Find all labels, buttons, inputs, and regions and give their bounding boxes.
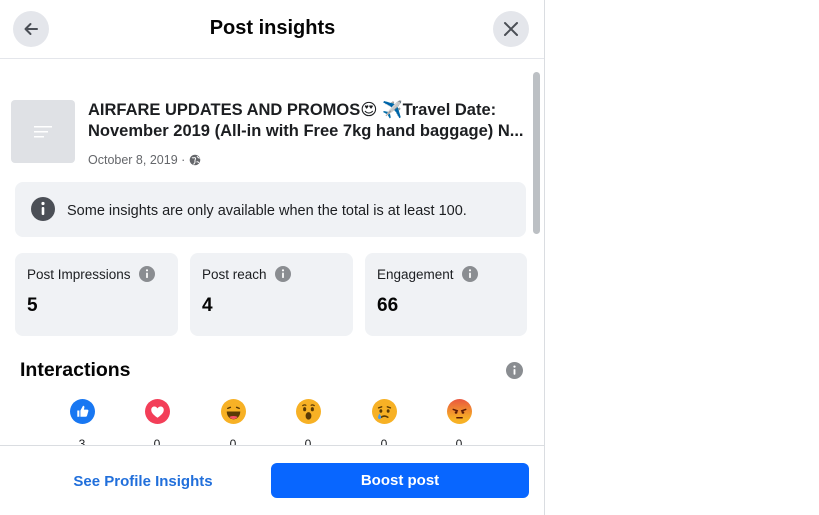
stat-card-post-reach: Post reach 4 <box>190 253 353 336</box>
info-icon[interactable] <box>274 266 291 282</box>
post-title[interactable]: AIRFARE UPDATES AND PROMOS😍 ✈️Travel Dat… <box>88 100 528 142</box>
reaction-haha: 0 <box>213 399 253 451</box>
sad-reaction-icon <box>371 399 397 424</box>
stat-value: 66 <box>377 295 399 316</box>
reaction-angry: 0 <box>439 399 479 451</box>
stat-value: 5 <box>27 295 38 316</box>
stat-label: Post reach <box>202 266 267 282</box>
post-title-line-2: November 2019 (All-in with Free 7kg hand… <box>88 122 524 140</box>
info-icon[interactable] <box>461 266 478 282</box>
interactions-heading: Interactions <box>20 359 131 381</box>
close-button[interactable] <box>493 11 529 47</box>
reaction-sad: 0 <box>364 399 404 451</box>
wow-reaction-icon <box>295 399 321 424</box>
info-icon[interactable] <box>138 266 155 282</box>
stat-card-post-impressions: Post Impressions 5 <box>15 253 178 336</box>
stat-value: 4 <box>202 295 213 316</box>
scrollbar-thumb[interactable] <box>533 72 540 234</box>
stat-label: Post Impressions <box>27 266 131 282</box>
info-icon <box>31 197 55 221</box>
boost-post-button[interactable]: Boost post <box>271 463 529 498</box>
reaction-love: 0 <box>137 399 177 451</box>
dialog-header: Post insights <box>0 0 544 59</box>
stat-label: Engagement <box>377 266 454 282</box>
reaction-like: 3 <box>62 399 102 451</box>
post-date: October 8, 2019 · <box>88 153 186 167</box>
love-reaction-icon <box>144 399 170 424</box>
haha-reaction-icon <box>220 399 246 424</box>
info-icon[interactable] <box>506 362 523 384</box>
insights-notice: Some insights are only available when th… <box>15 182 526 237</box>
globe-icon <box>189 154 201 166</box>
dialog-title: Post insights <box>209 17 336 39</box>
angry-reaction-icon <box>446 399 472 424</box>
see-profile-insights-button[interactable]: See Profile Insights <box>60 463 226 499</box>
post-thumbnail <box>11 100 75 163</box>
reaction-wow: 0 <box>288 399 328 451</box>
post-title-line-1: AIRFARE UPDATES AND PROMOS😍 ✈️Travel Dat… <box>88 101 497 119</box>
stat-card-engagement: Engagement 66 <box>365 253 527 336</box>
notice-text: Some insights are only available when th… <box>67 203 467 219</box>
like-reaction-icon <box>69 399 95 424</box>
post-meta: October 8, 2019 · <box>88 153 201 167</box>
text-lines-icon <box>34 125 52 137</box>
dialog-footer: See Profile Insights Boost post <box>0 445 544 515</box>
post-insights-dialog: Post insights AIRFARE UPDATES AND PROMOS… <box>0 0 545 515</box>
close-icon <box>504 22 518 36</box>
